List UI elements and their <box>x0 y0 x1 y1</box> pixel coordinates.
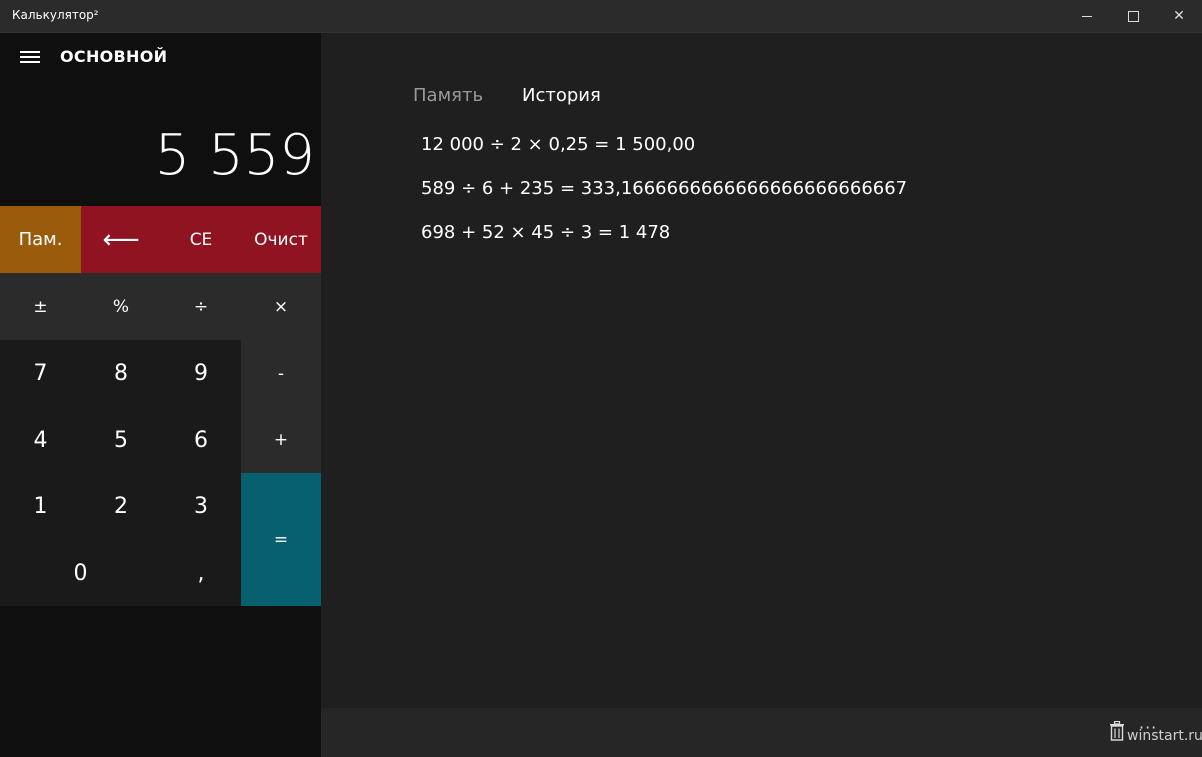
minimize-icon <box>1082 15 1092 17</box>
hamburger-menu-icon[interactable] <box>20 49 42 65</box>
minus-button[interactable]: - <box>241 340 321 407</box>
app-title: Калькулятор² <box>12 8 99 22</box>
clear-button[interactable]: Очист <box>241 206 321 273</box>
memory-button[interactable]: Пам. <box>0 206 81 273</box>
digit-9-button[interactable]: 9 <box>161 340 241 407</box>
tab-memory[interactable]: Память <box>413 85 483 106</box>
maximize-icon <box>1127 10 1139 22</box>
more-options-button[interactable]: ··· <box>1139 718 1157 737</box>
history-item[interactable]: 12 000 ÷ 2 × 0,25 = 1 500,00 <box>421 134 695 155</box>
digit-6-button[interactable]: 6 <box>161 407 241 473</box>
clear-entry-button[interactable]: CE <box>161 206 241 273</box>
digit-0-button[interactable]: 0 <box>0 540 161 606</box>
multiply-button[interactable]: × <box>241 273 321 340</box>
history-command-bar: winstart.ru ··· <box>321 708 1202 757</box>
digit-3-button[interactable]: 3 <box>161 473 241 540</box>
digit-1-button[interactable]: 1 <box>0 473 81 540</box>
history-panel: Память История 12 000 ÷ 2 × 0,25 = 1 500… <box>321 33 1202 757</box>
plus-minus-button[interactable]: ± <box>0 273 81 340</box>
maximize-button[interactable] <box>1110 0 1156 32</box>
decimal-comma-button[interactable]: , <box>161 540 241 606</box>
keypad: Пам. ⟵ CE Очист ± % ÷ × 7 8 9 - 4 5 6 + … <box>0 206 321 606</box>
backspace-button[interactable]: ⟵ <box>81 206 161 273</box>
minimize-button[interactable] <box>1064 0 1110 32</box>
digit-7-button[interactable]: 7 <box>0 340 81 407</box>
history-item[interactable]: 589 ÷ 6 + 235 = 333,16666666666666666666… <box>421 178 907 199</box>
history-item[interactable]: 698 + 52 × 45 ÷ 3 = 1 478 <box>421 222 670 243</box>
tab-history[interactable]: История <box>522 85 601 106</box>
plus-button[interactable]: + <box>241 407 321 473</box>
percent-button[interactable]: % <box>81 273 161 340</box>
close-button[interactable]: ✕ <box>1156 0 1202 32</box>
close-icon: ✕ <box>1173 8 1185 24</box>
title-bar: Калькулятор² ✕ <box>0 0 1202 33</box>
calculator-panel: ОСНОВНОЙ 5 559 Пам. ⟵ CE Очист ± % ÷ × 7… <box>0 33 321 757</box>
calculator-display: 5 559 <box>154 123 315 188</box>
digit-4-button[interactable]: 4 <box>0 407 81 473</box>
digit-8-button[interactable]: 8 <box>81 340 161 407</box>
equals-button[interactable]: = <box>241 473 321 606</box>
digit-2-button[interactable]: 2 <box>81 473 161 540</box>
trash-icon[interactable] <box>1109 721 1125 741</box>
divide-button[interactable]: ÷ <box>161 273 241 340</box>
mode-title: ОСНОВНОЙ <box>60 47 168 66</box>
digit-5-button[interactable]: 5 <box>81 407 161 473</box>
